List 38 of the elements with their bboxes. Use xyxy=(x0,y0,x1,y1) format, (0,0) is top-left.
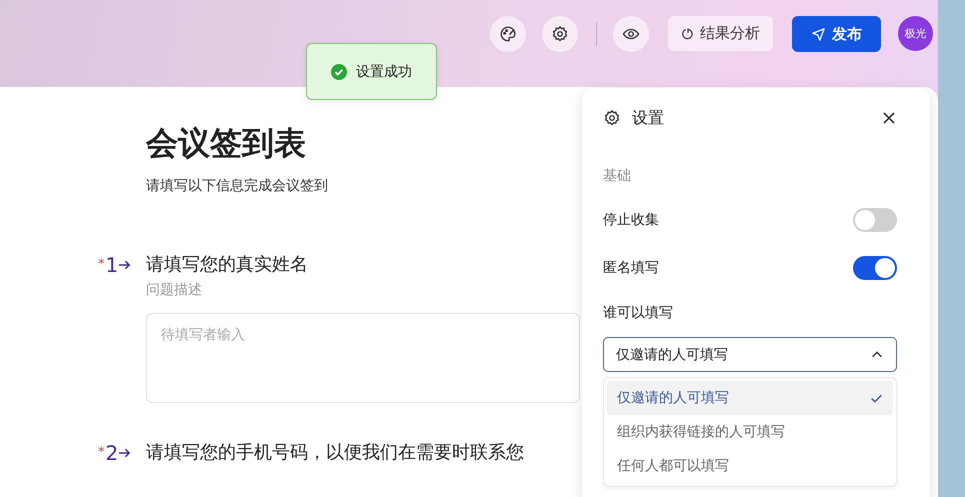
close-button[interactable] xyxy=(881,110,897,126)
question-title: 请填写您的手机号码，以便我们在需要时联系您 xyxy=(146,441,524,465)
arrow-icon xyxy=(118,446,132,460)
form-description: 请填写以下信息完成会议签到 xyxy=(146,177,329,195)
check-circle-icon xyxy=(331,64,347,80)
field-label: 谁可以填写 xyxy=(603,304,674,323)
arrow-icon xyxy=(118,258,132,272)
required-mark: * xyxy=(98,444,104,462)
close-icon xyxy=(881,110,897,126)
timer-icon xyxy=(681,26,695,40)
palette-button[interactable] xyxy=(490,16,526,52)
required-mark: * xyxy=(98,256,104,274)
toggle-switch[interactable] xyxy=(853,256,897,280)
section-label: 基础 xyxy=(603,167,632,186)
settings-icon xyxy=(603,109,621,127)
question-description: 问题描述 xyxy=(146,281,202,299)
settings-icon xyxy=(551,25,569,43)
form-title: 会议签到表 xyxy=(146,123,307,163)
dropdown-option[interactable]: 组织内获得链接的人可填写 xyxy=(607,415,893,449)
question-number: 2 xyxy=(106,441,118,465)
question-number: 1 xyxy=(106,253,118,277)
answer-field[interactable]: 待填写者输入 xyxy=(146,313,580,403)
panel-title: 设置 xyxy=(632,108,664,128)
preview-button[interactable] xyxy=(613,16,649,52)
analysis-button[interactable]: 结果分析 xyxy=(668,16,773,51)
palette-icon xyxy=(499,25,517,43)
user-avatar[interactable]: 极光 xyxy=(898,16,933,51)
toggle-label: 停止收集 xyxy=(603,211,659,229)
toast-text: 设置成功 xyxy=(356,62,412,80)
question-title: 请填写您的真实姓名 xyxy=(146,253,308,277)
toggle-label: 匿名填写 xyxy=(603,259,659,277)
toggle-switch[interactable] xyxy=(853,208,897,232)
permission-dropdown[interactable]: 仅邀请的人可填写 xyxy=(603,337,897,372)
publish-button[interactable]: 发布 xyxy=(792,16,881,52)
settings-button[interactable] xyxy=(542,16,578,52)
dropdown-option[interactable]: 任何人都可以填写 xyxy=(607,449,893,483)
send-icon xyxy=(811,26,826,42)
dropdown-option[interactable]: 仅邀请的人可填写 xyxy=(607,381,893,415)
